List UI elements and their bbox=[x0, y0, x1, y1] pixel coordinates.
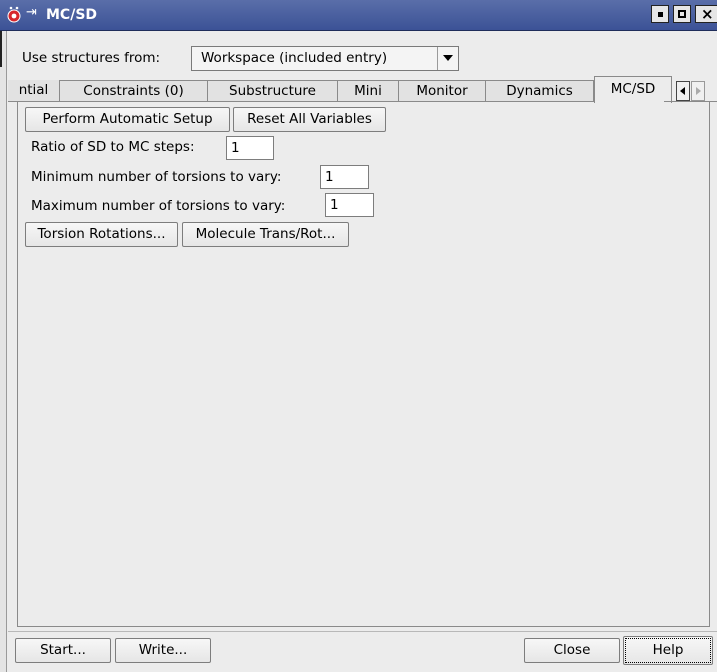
tab-monitor[interactable]: Monitor bbox=[399, 80, 486, 102]
tab-potential[interactable]: ntial bbox=[8, 80, 60, 102]
min-torsions-input[interactable]: 1 bbox=[320, 165, 369, 189]
maximize-button[interactable] bbox=[673, 5, 691, 23]
structures-label: Use structures from: bbox=[22, 50, 161, 66]
tab-substructure[interactable]: Substructure bbox=[208, 80, 338, 102]
min-torsions-label: Minimum number of torsions to vary: bbox=[31, 169, 282, 185]
minimize-icon bbox=[658, 12, 663, 17]
torsion-rotations-button[interactable]: Torsion Rotations... bbox=[25, 222, 178, 247]
molecule-trans-rot-button[interactable]: Molecule Trans/Rot... bbox=[182, 222, 349, 247]
help-button[interactable]: Help bbox=[623, 636, 713, 665]
structures-selected-value: Workspace (included entry) bbox=[201, 50, 388, 66]
tab-scroll-left-button[interactable] bbox=[676, 81, 690, 101]
minimize-button[interactable] bbox=[651, 5, 669, 23]
dropdown-divider bbox=[437, 47, 438, 70]
structures-dropdown[interactable]: Workspace (included entry) bbox=[191, 46, 459, 71]
window-frame-shadow bbox=[0, 31, 2, 67]
tab-mini[interactable]: Mini bbox=[338, 80, 399, 102]
title-bar: ⇥ MC/SD × bbox=[0, 0, 717, 31]
ratio-sd-mc-input[interactable]: 1 bbox=[226, 136, 274, 160]
max-torsions-label: Maximum number of torsions to vary: bbox=[31, 198, 286, 214]
app-icon[interactable] bbox=[6, 6, 22, 23]
ratio-sd-mc-label: Ratio of SD to MC steps: bbox=[31, 139, 195, 155]
write-button[interactable]: Write... bbox=[115, 638, 211, 663]
pin-icon[interactable]: ⇥ bbox=[26, 5, 37, 20]
tab-mcsd[interactable]: MC/SD bbox=[594, 76, 672, 103]
tab-bar: ntial Constraints (0) Substructure Mini … bbox=[8, 76, 717, 103]
arrow-left-icon bbox=[680, 87, 685, 95]
arrow-right-icon bbox=[696, 87, 701, 95]
close-icon: × bbox=[701, 5, 714, 23]
tab-constraints[interactable]: Constraints (0) bbox=[60, 80, 208, 102]
footer-separator bbox=[8, 631, 717, 632]
close-button[interactable]: Close bbox=[524, 638, 620, 663]
close-window-button[interactable]: × bbox=[695, 5, 717, 23]
max-torsions-input[interactable]: 1 bbox=[325, 193, 374, 217]
chevron-down-icon bbox=[443, 55, 453, 61]
tab-scroll-right-button[interactable] bbox=[691, 81, 705, 101]
perform-automatic-setup-button[interactable]: Perform Automatic Setup bbox=[25, 107, 230, 132]
window-frame-left bbox=[0, 31, 7, 672]
reset-all-variables-button[interactable]: Reset All Variables bbox=[233, 107, 386, 132]
tab-dynamics[interactable]: Dynamics bbox=[486, 80, 594, 102]
maximize-icon bbox=[678, 10, 686, 18]
window-title: MC/SD bbox=[46, 7, 98, 23]
start-button[interactable]: Start... bbox=[15, 638, 111, 663]
